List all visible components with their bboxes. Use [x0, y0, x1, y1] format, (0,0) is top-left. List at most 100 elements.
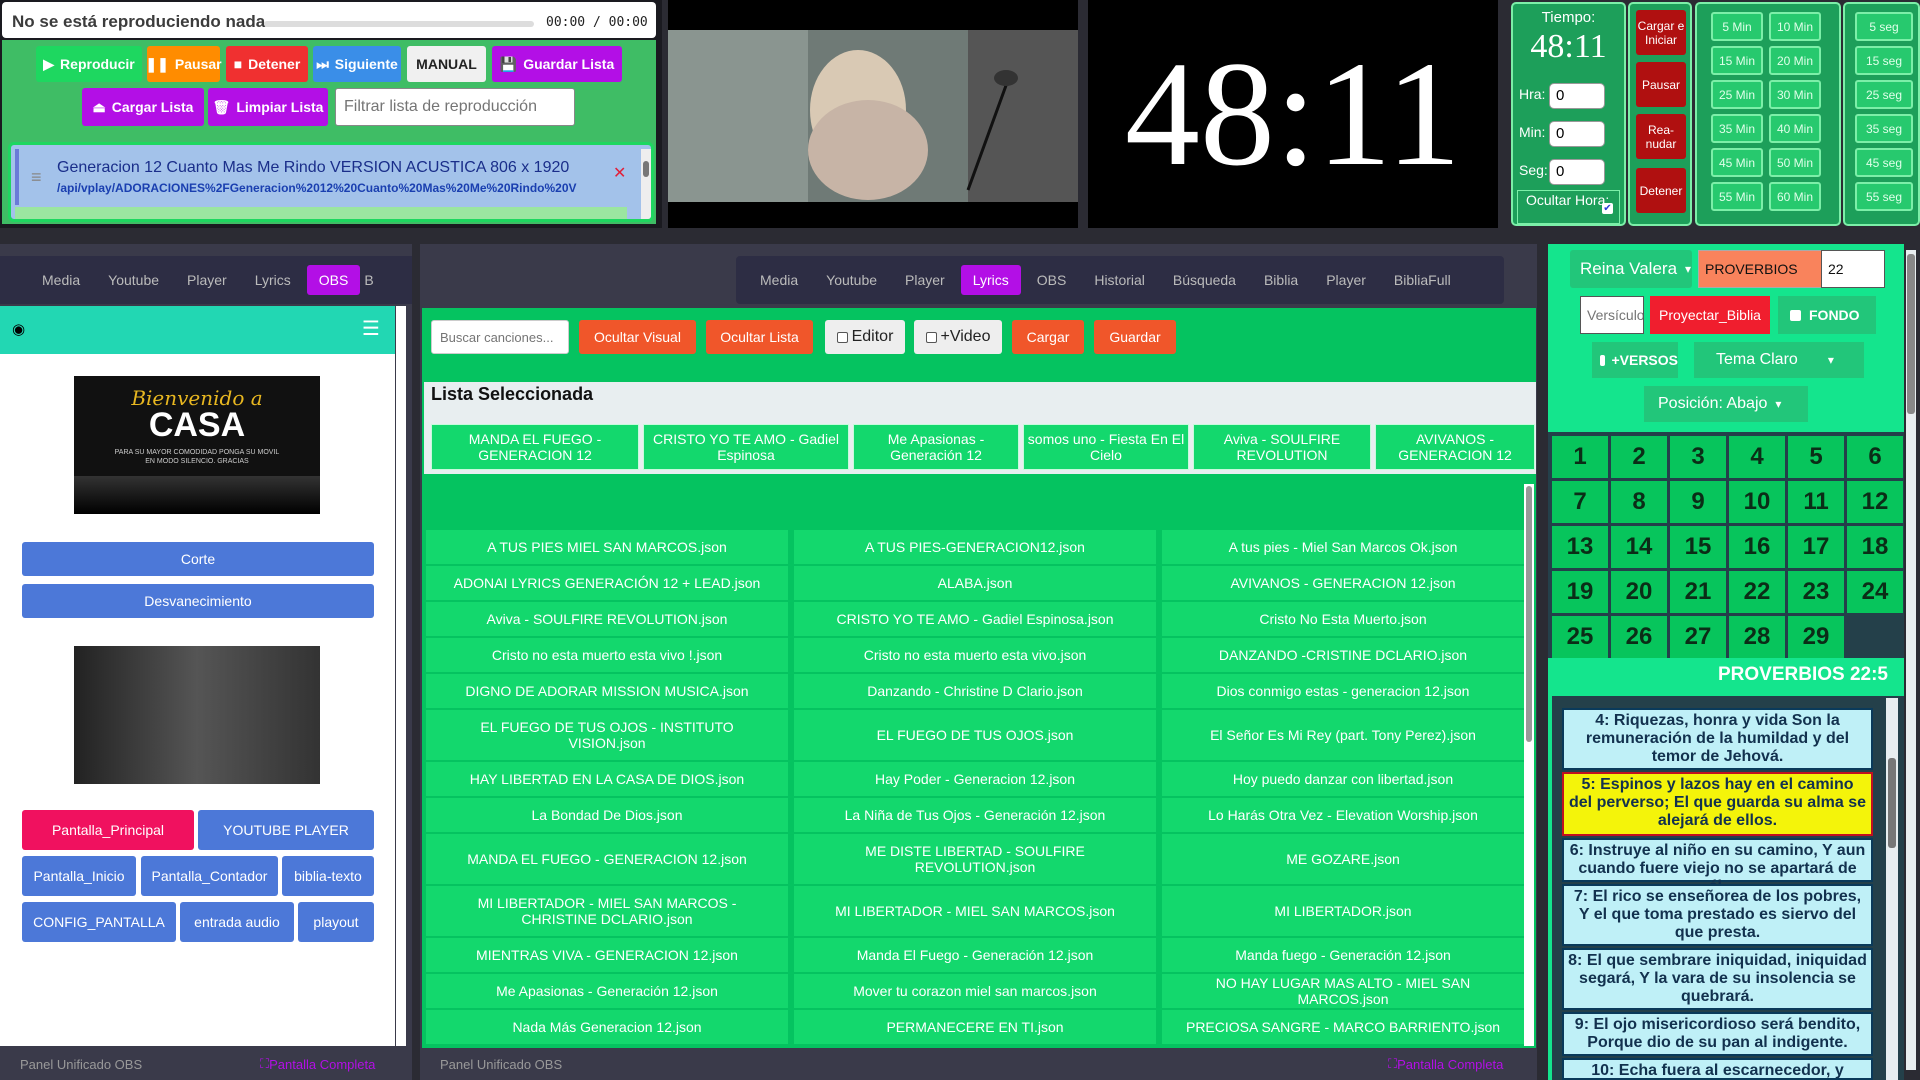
verse-number-7[interactable]: 7 [1552, 481, 1608, 523]
preset-55seg[interactable]: 55 seg [1855, 182, 1913, 211]
hide-visual-button[interactable]: Ocultar Visual [579, 320, 696, 354]
preset-15seg[interactable]: 15 seg [1855, 46, 1913, 75]
bible-scrollbar[interactable] [1906, 250, 1916, 1070]
fade-button[interactable]: Desvanecimiento [22, 584, 374, 618]
song-file-item[interactable]: Cristo No Esta Muerto.json [1162, 602, 1524, 636]
verse-item[interactable]: 9: El ojo misericordioso será bendito, P… [1562, 1012, 1873, 1056]
scene-pantalla-principal[interactable]: Pantalla_Principal [22, 810, 194, 850]
song-file-item[interactable]: La Bondad De Dios.json [426, 798, 788, 832]
menu-icon[interactable]: ☰ [362, 316, 380, 341]
verse-number-11[interactable]: 11 [1788, 481, 1844, 523]
preset-35seg[interactable]: 35 seg [1855, 114, 1913, 143]
scene-entrada-audio[interactable]: entrada audio [180, 902, 294, 942]
song-file-item[interactable]: ADONAI LYRICS GENERACIÓN 12 + LEAD.json [426, 566, 788, 600]
selected-song[interactable]: Aviva - SOULFIRE REVOLUTION [1193, 424, 1371, 470]
verse-number-16[interactable]: 16 [1729, 526, 1785, 568]
selected-song[interactable]: AVIVANOS - GENERACION 12 [1375, 424, 1535, 470]
verse-number-29[interactable]: 29 [1788, 616, 1844, 658]
hide-list-button[interactable]: Ocultar Lista [706, 320, 813, 354]
song-file-item[interactable]: Aviva - SOULFIRE REVOLUTION.json [426, 602, 788, 636]
verse-number-2[interactable]: 2 [1611, 436, 1667, 478]
save-button[interactable]: Guardar [1094, 320, 1176, 354]
minute-input[interactable]: 0 [1549, 121, 1605, 147]
song-file-item[interactable]: Mover tu corazon miel san marcos.json [794, 974, 1156, 1008]
verse-number-20[interactable]: 20 [1611, 571, 1667, 613]
scene-biblia-texto[interactable]: biblia-texto [282, 856, 374, 896]
video-toggle[interactable]: +Video [914, 320, 1002, 354]
checkbox[interactable] [836, 331, 848, 343]
verse-item[interactable]: 10: Echa fuera al escarnecedor, y [1562, 1058, 1873, 1080]
song-file-item[interactable]: EL FUEGO DE TUS OJOS - INSTITUTO VISION.… [426, 710, 788, 760]
checkbox[interactable]: ✔ [1602, 203, 1613, 214]
tab-player[interactable]: Player [893, 265, 957, 295]
scene-thumbnail-preview[interactable] [74, 646, 320, 784]
song-file-item[interactable]: La Niña de Tus Ojos - Generación 12.json [794, 798, 1156, 832]
song-file-item[interactable]: DIGNO DE ADORAR MISSION MUSICA.json [426, 674, 788, 708]
scene-youtube-player[interactable]: YOUTUBE PLAYER [198, 810, 374, 850]
checkbox[interactable] [1790, 309, 1801, 321]
scene-playout[interactable]: playout [298, 902, 374, 942]
verse-scrollbar[interactable] [1886, 698, 1898, 1080]
hour-input[interactable]: 0 [1549, 83, 1605, 109]
verse-item-selected[interactable]: 5: Espinos y lazos hay en el camino del … [1562, 772, 1873, 836]
filter-playlist-input[interactable] [335, 88, 575, 126]
verse-input[interactable] [1580, 296, 1644, 334]
song-file-item[interactable]: PERMANECERE EN TI.json [794, 1010, 1156, 1044]
preset-25seg[interactable]: 25 seg [1855, 80, 1913, 109]
hide-hour-toggle[interactable]: Ocultar Hora: ✔ [1517, 190, 1620, 224]
song-search-input[interactable] [431, 320, 569, 354]
song-file-item[interactable]: ME GOZARE.json [1162, 834, 1524, 884]
load-list-button[interactable]: ⏏ Cargar Lista [82, 88, 204, 126]
verse-number-26[interactable]: 26 [1611, 616, 1667, 658]
verse-number-5[interactable]: 5 [1788, 436, 1844, 478]
obs-scrollbar[interactable] [396, 306, 406, 1046]
verse-number-3[interactable]: 3 [1670, 436, 1726, 478]
tab-lyrics[interactable]: Lyrics [243, 265, 303, 295]
song-file-item[interactable]: El Señor Es Mi Rey (part. Tony Perez).js… [1162, 710, 1524, 760]
song-file-item[interactable]: ME DISTE LIBERTAD - SOULFIRE REVOLUTION.… [794, 834, 1156, 884]
verse-number-1[interactable]: 1 [1552, 436, 1608, 478]
verse-number-9[interactable]: 9 [1670, 481, 1726, 523]
song-file-item[interactable]: MIENTRAS VIVA - GENERACION 12.json [426, 938, 788, 972]
preset-15min[interactable]: 15 Min [1711, 46, 1763, 75]
preset-5min[interactable]: 5 Min [1711, 12, 1763, 41]
scene-pantalla-contador[interactable]: Pantalla_Contador [141, 856, 278, 896]
verse-number-25[interactable]: 25 [1552, 616, 1608, 658]
song-file-item[interactable]: A TUS PIES MIEL SAN MARCOS.json [426, 530, 788, 564]
verse-number-23[interactable]: 23 [1788, 571, 1844, 613]
play-button[interactable]: ▶ Reproducir [36, 46, 142, 82]
tab-player[interactable]: Player [175, 265, 239, 295]
preset-5seg[interactable]: 5 seg [1855, 12, 1913, 41]
verse-number-21[interactable]: 21 [1670, 571, 1726, 613]
verse-number-17[interactable]: 17 [1788, 526, 1844, 568]
song-file-item[interactable]: MI LIBERTADOR - MIEL SAN MARCOS.json [794, 886, 1156, 936]
song-file-item[interactable]: MI LIBERTADOR.json [1162, 886, 1524, 936]
playlist-item[interactable] [15, 207, 627, 219]
selected-song[interactable]: Me Apasionas - Generación 12 [853, 424, 1019, 470]
resume-button[interactable]: Rea-nudar [1636, 114, 1686, 159]
verse-number-6[interactable]: 6 [1847, 436, 1903, 478]
verse-number-19[interactable]: 19 [1552, 571, 1608, 613]
selected-song[interactable]: somos uno - Fiesta En El Cielo [1023, 424, 1189, 470]
cut-button[interactable]: Corte [22, 542, 374, 576]
verse-item[interactable]: 7: El rico se enseñorea de los pobres, Y… [1562, 884, 1873, 946]
song-file-item[interactable]: HAY LIBERTAD EN LA CASA DE DIOS.json [426, 762, 788, 796]
song-file-item[interactable]: ALABA.json [794, 566, 1156, 600]
verse-number-8[interactable]: 8 [1611, 481, 1667, 523]
verse-number-22[interactable]: 22 [1729, 571, 1785, 613]
song-file-item[interactable]: CRISTO YO TE AMO - Gadiel Espinosa.json [794, 602, 1156, 636]
next-button[interactable]: ⏭ Siguiente [313, 46, 401, 82]
chapter-input[interactable]: 22 [1821, 250, 1885, 288]
verse-item[interactable]: 6: Instruye al niño en su camino, Y aun … [1562, 838, 1873, 895]
clear-list-button[interactable]: 🗑 Limpiar Lista [208, 88, 328, 126]
song-file-item[interactable]: Cristo no esta muerto esta vivo.json [794, 638, 1156, 672]
second-input[interactable]: 0 [1549, 159, 1605, 185]
checkbox[interactable] [925, 331, 937, 343]
tab-youtube[interactable]: Youtube [814, 265, 889, 295]
checkbox[interactable] [1600, 354, 1606, 366]
selected-song[interactable]: MANDA EL FUEGO - GENERACION 12 [431, 424, 639, 470]
tab-obs[interactable]: OBS [1025, 265, 1079, 295]
verse-number-14[interactable]: 14 [1611, 526, 1667, 568]
song-file-item[interactable]: Hay Poder - Generacion 12.json [794, 762, 1156, 796]
position-select[interactable]: Posición: Abajo ▾ [1644, 386, 1808, 422]
